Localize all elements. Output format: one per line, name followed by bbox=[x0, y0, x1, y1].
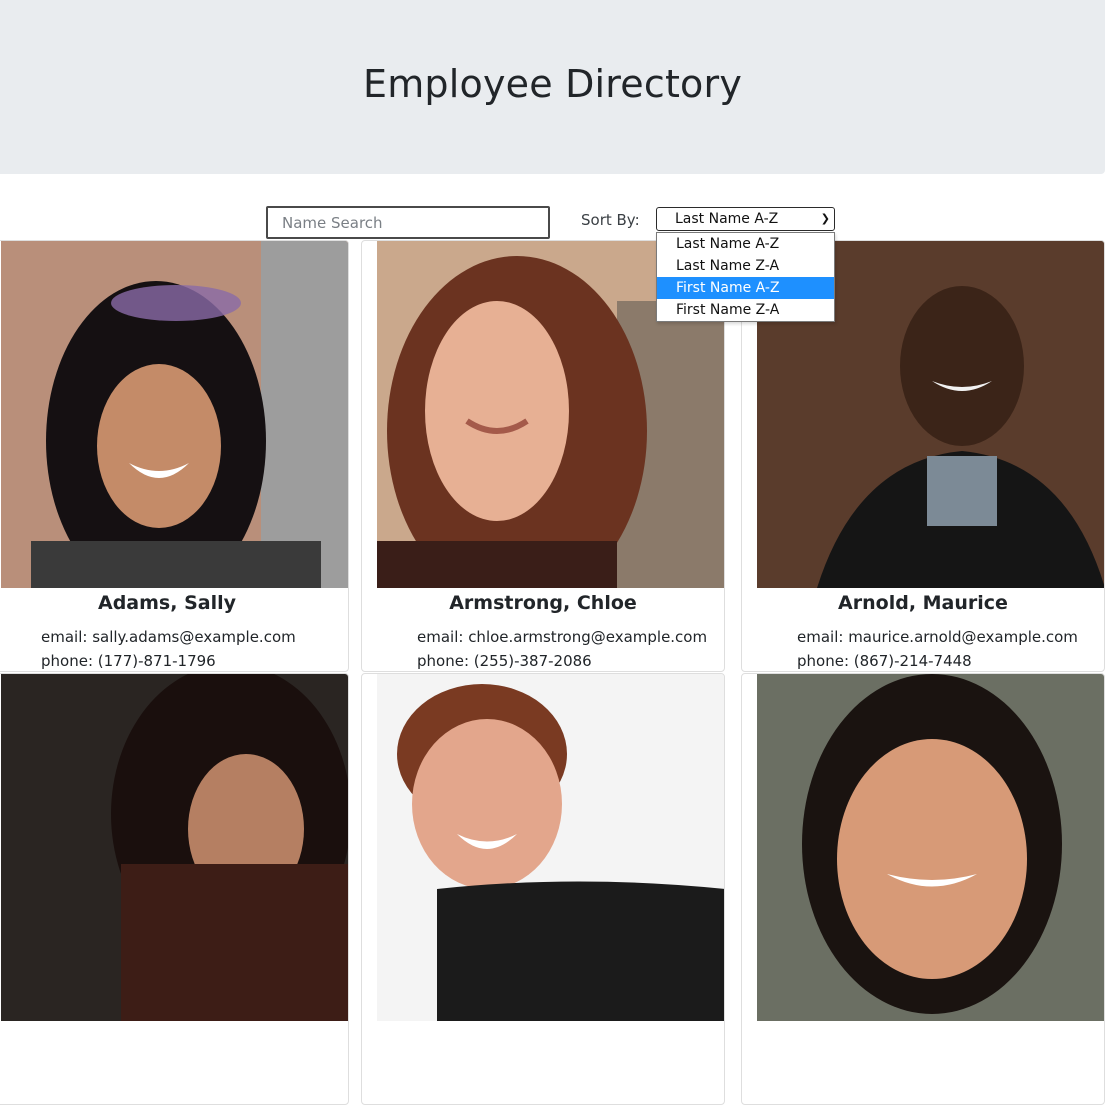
employee-phone: phone: (177)-871-1796 bbox=[41, 652, 216, 670]
sort-option-first-a-z[interactable]: First Name A-Z bbox=[657, 277, 834, 299]
sort-dropdown-list: Last Name A-Z Last Name Z-A First Name A… bbox=[656, 232, 835, 322]
employee-email: email: chloe.armstrong@example.com bbox=[417, 628, 708, 646]
employee-card: Adams, Sally email: sally.adams@example.… bbox=[0, 240, 349, 672]
employee-card bbox=[741, 673, 1105, 1105]
portrait-photo bbox=[1, 241, 348, 588]
employee-email: email: maurice.arnold@example.com bbox=[797, 628, 1078, 646]
page-title: Employee Directory bbox=[362, 62, 743, 106]
portrait-photo bbox=[1, 674, 348, 1021]
employee-card bbox=[361, 673, 725, 1105]
employee-card bbox=[0, 673, 349, 1105]
sort-option-first-z-a[interactable]: First Name Z-A bbox=[657, 299, 834, 321]
chevron-down-icon: ❯ bbox=[820, 212, 830, 225]
name-search-input[interactable] bbox=[266, 206, 550, 239]
portrait-photo bbox=[757, 674, 1104, 1021]
employee-name: Adams, Sally bbox=[98, 592, 236, 614]
sort-option-last-a-z[interactable]: Last Name A-Z bbox=[657, 233, 834, 255]
page-header: Employee Directory bbox=[0, 0, 1105, 174]
employee-phone: phone: (867)-214-7448 bbox=[797, 652, 972, 670]
employee-phone: phone: (255)-387-2086 bbox=[417, 652, 592, 670]
portrait-photo bbox=[377, 674, 724, 1021]
sort-select[interactable]: Last Name A-Z ❯ bbox=[656, 207, 835, 231]
sort-option-last-z-a[interactable]: Last Name Z-A bbox=[657, 255, 834, 277]
employee-name: Armstrong, Chloe bbox=[449, 592, 637, 614]
employee-name: Arnold, Maurice bbox=[838, 592, 1008, 614]
sort-by-label: Sort By: bbox=[581, 211, 640, 229]
employee-email: email: sally.adams@example.com bbox=[41, 628, 296, 646]
sort-select-value: Last Name A-Z bbox=[675, 211, 779, 227]
